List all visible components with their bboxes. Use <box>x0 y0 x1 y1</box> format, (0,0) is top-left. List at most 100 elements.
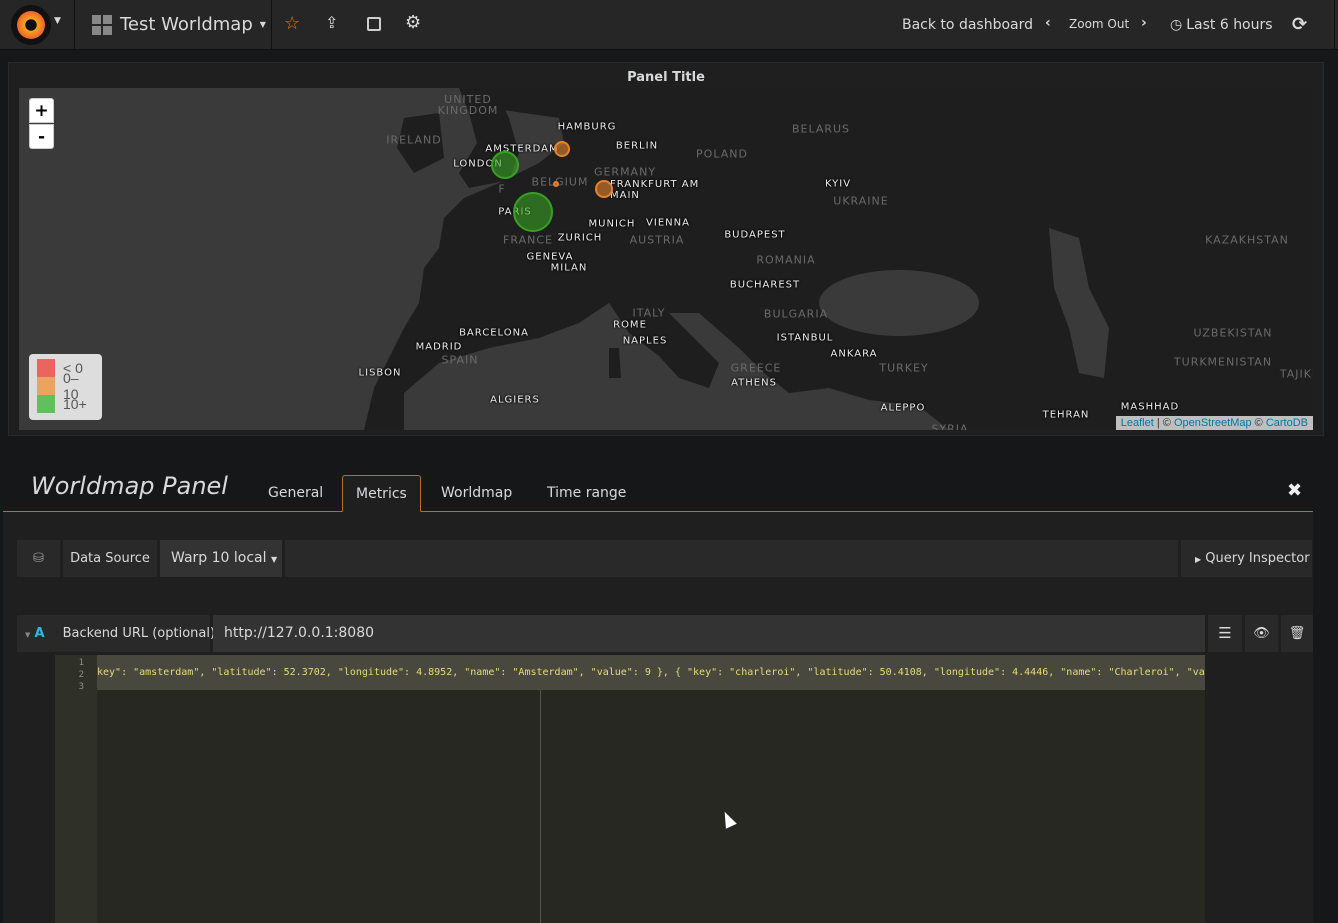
close-icon[interactable]: ✖ <box>1287 480 1302 501</box>
trash-icon[interactable]: 🗑 <box>1281 615 1313 652</box>
caspian-sea <box>1049 228 1109 378</box>
eye-icon[interactable]: 👁 <box>1245 615 1278 652</box>
share-icon[interactable]: ⇪ <box>325 13 338 32</box>
caret-down-icon: ▼ <box>270 555 278 564</box>
attribution-text: © <box>1251 417 1266 429</box>
city-label: ANKARA <box>830 348 878 360</box>
city-label: MASHHAD <box>1120 401 1180 413</box>
zoom-out-button[interactable]: - <box>29 124 54 149</box>
city-label: NAPLES <box>622 335 668 347</box>
country-label: FRANCE <box>503 233 553 247</box>
black-sea <box>819 270 979 336</box>
country-label: UKRAINE <box>833 194 889 208</box>
time-picker[interactable]: ◷ Last 6 hours <box>1170 17 1273 33</box>
time-range-label: Last 6 hours <box>1186 17 1273 33</box>
country-label: IRELAND <box>386 133 442 147</box>
code-line: key": "amsterdam", "latitude": 52.3702, … <box>97 667 1205 678</box>
caret-down-icon[interactable]: ▼ <box>54 16 61 26</box>
zoom-in-button[interactable]: + <box>29 98 54 123</box>
line-number: 1 <box>78 658 84 668</box>
backend-url-input[interactable]: http://127.0.0.1:8080 <box>213 615 1205 652</box>
map-marker-charleroi[interactable] <box>553 181 559 187</box>
menu-icon[interactable]: ☰ <box>1208 615 1242 652</box>
gear-icon[interactable]: ⚙ <box>405 12 421 33</box>
top-navbar: ▼ Test Worldmap ▼ ☆ ⇪ ⚙ Back to dashboar… <box>0 0 1338 50</box>
city-label: ALEPPO <box>880 402 926 414</box>
save-icon[interactable] <box>367 17 381 31</box>
datasource-row-filler <box>285 540 1178 577</box>
query-ref: A <box>34 626 45 641</box>
line-number: 2 <box>78 670 84 680</box>
city-label: MUNICH <box>588 218 636 230</box>
editor-header: Worldmap Panel General Metrics Worldmap … <box>3 462 1313 512</box>
back-to-dashboard-button[interactable]: Back to dashboard <box>902 17 1033 33</box>
city-label: MILAN <box>550 262 588 274</box>
panel-title[interactable]: Panel Title <box>9 70 1323 85</box>
tab-time-range[interactable]: Time range <box>534 475 639 512</box>
query-inspector-button[interactable]: ▶ Query Inspector <box>1181 540 1312 577</box>
datasource-value: Warp 10 local <box>171 550 267 566</box>
city-label: FRANKFURT AM MAIN <box>610 179 700 201</box>
osm-link[interactable]: OpenStreetMap <box>1174 417 1252 429</box>
country-label: SYRIA <box>931 422 969 431</box>
legend-item: 10+ <box>37 395 94 413</box>
country-label: POLAND <box>696 147 748 161</box>
country-label: TAJIKI <box>1279 367 1313 381</box>
city-label: BUCHAREST <box>729 279 801 291</box>
query-row-header[interactable]: ▼ A Backend URL (optional) <box>17 615 215 652</box>
city-label: BARCELONA <box>459 327 529 339</box>
country-label: UZBEKISTAN <box>1193 326 1273 340</box>
database-icon: ⛁ <box>17 540 60 577</box>
caret-down-icon: ▼ <box>25 631 31 639</box>
attribution-text: | © <box>1153 417 1174 429</box>
map-marker-frankfurt[interactable] <box>595 180 613 198</box>
legend-swatch <box>37 395 55 413</box>
leaflet-link[interactable]: Leaflet <box>1121 417 1154 429</box>
backend-url-label: Backend URL (optional) <box>62 626 216 641</box>
code-editor[interactable]: 1 2 3 key": "amsterdam", "latitude": 52.37… <box>55 655 1205 923</box>
city-label: BUDAPEST <box>724 229 786 241</box>
chevron-right-icon[interactable]: › <box>1141 15 1147 31</box>
star-icon[interactable]: ☆ <box>284 13 300 34</box>
zoom-out-button[interactable]: Zoom Out <box>1069 17 1129 31</box>
grafana-logo[interactable] <box>11 5 51 45</box>
chevron-left-icon[interactable]: ‹ <box>1045 15 1051 31</box>
map-marker-amsterdam[interactable] <box>554 141 570 157</box>
map[interactable]: UNITED KINGDOM IRELAND BELGIUM GERMANY FRANC… <box>19 88 1313 430</box>
dashboard-title: Test Worldmap <box>120 14 253 35</box>
country-label: ITALY <box>632 306 666 320</box>
tab-general[interactable]: General <box>255 475 336 512</box>
city-label: LISBON <box>358 367 402 379</box>
city-label: ROME <box>613 319 647 331</box>
country-label: SPAIN <box>441 353 479 367</box>
country-label: AUSTRIA <box>629 233 685 247</box>
editor-title: Worldmap Panel <box>31 472 228 500</box>
country-label: UNITED KINGDOM <box>437 93 499 117</box>
query-inspector-label: Query Inspector <box>1205 551 1310 566</box>
print-margin <box>540 690 541 923</box>
cartodb-link[interactable]: CartoDB <box>1266 417 1308 429</box>
map-marker-london[interactable] <box>491 151 519 179</box>
tab-worldmap[interactable]: Worldmap <box>428 475 525 512</box>
city-label: GENEVA <box>526 251 574 263</box>
country-label: BELGIUM <box>531 175 589 189</box>
map-attribution: Leaflet | © OpenStreetMap © CartoDB <box>1115 416 1313 430</box>
caret-down-icon: ▼ <box>259 20 266 29</box>
clock-icon: ◷ <box>1170 17 1183 33</box>
country-label: F <box>498 182 506 196</box>
balearic-sardinia <box>609 348 621 378</box>
country-label: ROMANIA <box>756 253 816 267</box>
legend-swatch <box>37 377 55 395</box>
country-label: BELARUS <box>791 122 851 136</box>
city-label: HAMBURG <box>557 121 617 133</box>
map-base <box>19 88 1109 430</box>
dashboard-picker[interactable]: Test Worldmap ▼ <box>92 14 266 35</box>
tab-metrics[interactable]: Metrics <box>342 475 421 512</box>
refresh-icon[interactable]: ⟳ <box>1292 14 1307 35</box>
datasource-select[interactable]: Warp 10 local ▼ <box>160 540 282 577</box>
legend-item: 0–10 <box>37 370 94 402</box>
country-label: TURKEY <box>879 361 929 375</box>
line-number: 3 <box>78 682 84 692</box>
map-marker-paris[interactable] <box>513 192 553 232</box>
legend-label: 10+ <box>63 396 87 412</box>
